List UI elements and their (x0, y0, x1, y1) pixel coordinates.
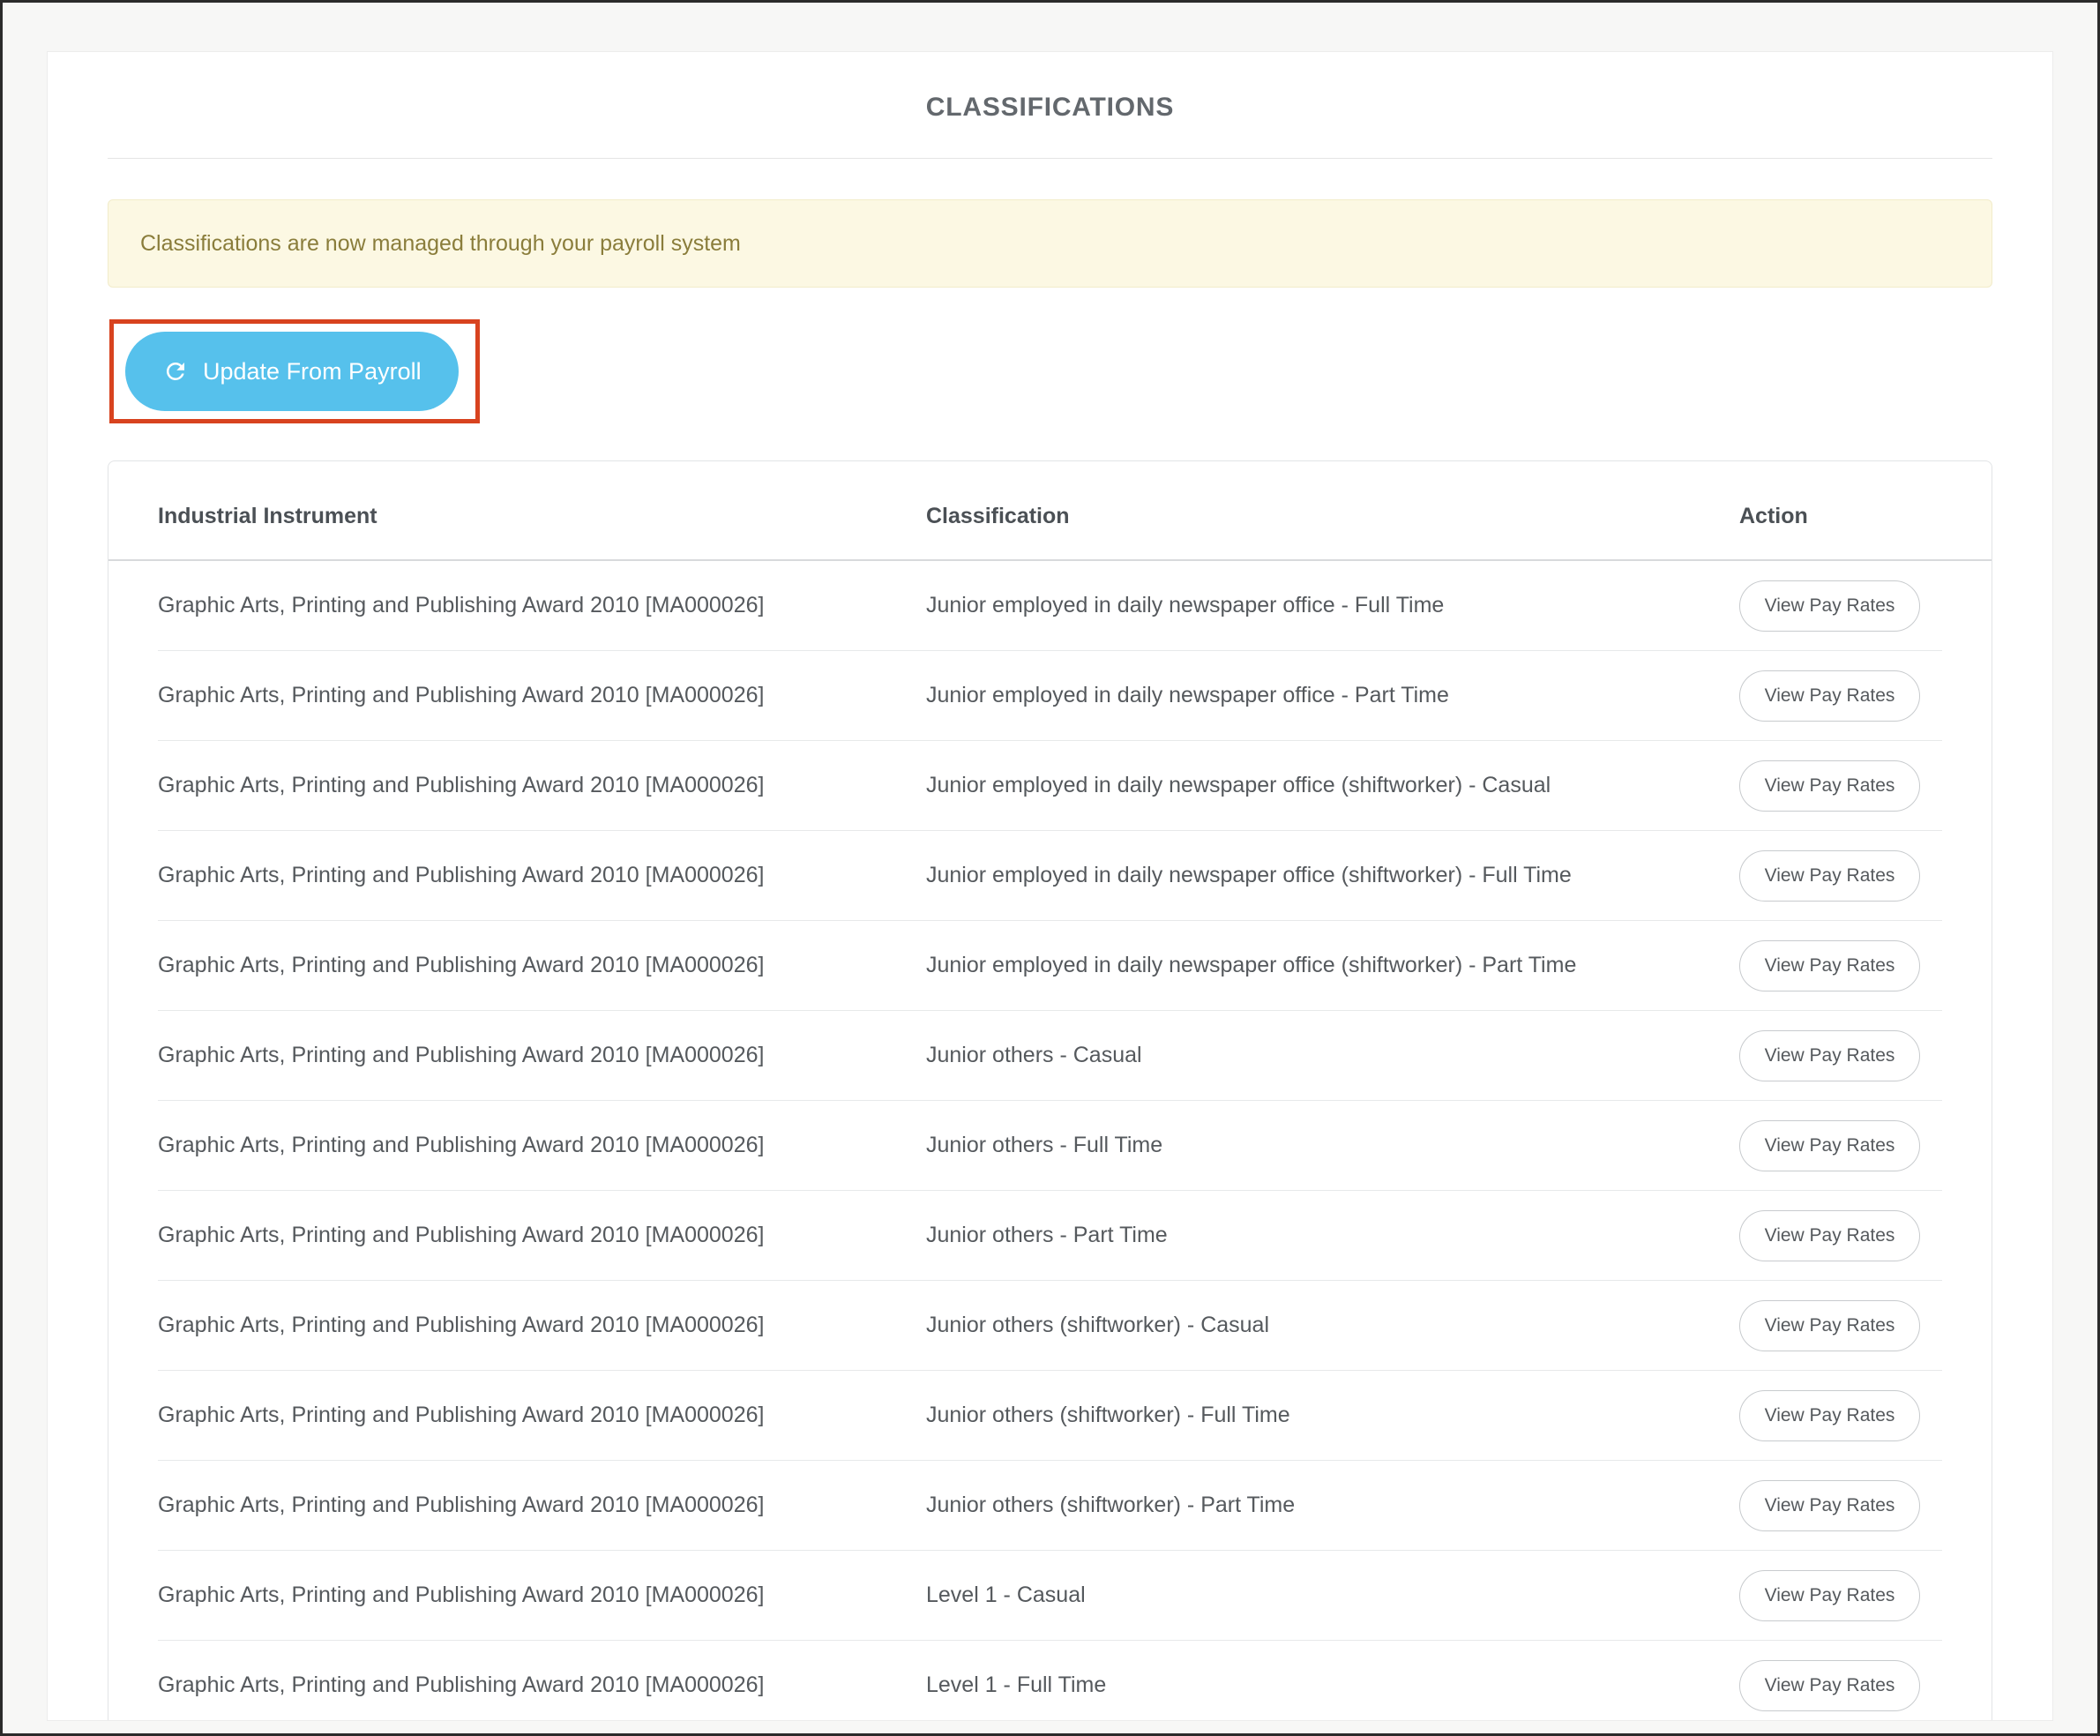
table-row: Graphic Arts, Printing and Publishing Aw… (158, 1191, 1942, 1281)
button-zone: Update From Payroll (108, 332, 1992, 416)
table-row: Graphic Arts, Printing and Publishing Aw… (158, 831, 1942, 921)
view-pay-rates-button[interactable]: View Pay Rates (1739, 940, 1920, 991)
column-header-classification: Classification (926, 504, 1739, 529)
view-pay-rates-button[interactable]: View Pay Rates (1739, 1300, 1920, 1351)
table-row: Graphic Arts, Printing and Publishing Aw… (158, 1011, 1942, 1101)
page-title: CLASSIFICATIONS (108, 52, 1992, 123)
table-row: Graphic Arts, Printing and Publishing Aw… (158, 1461, 1942, 1551)
title-divider (108, 158, 1992, 159)
table-header-row: Industrial Instrument Classification Act… (108, 461, 1992, 561)
column-header-action: Action (1739, 504, 1951, 529)
table-body: Graphic Arts, Printing and Publishing Aw… (108, 561, 1992, 1721)
view-pay-rates-button[interactable]: View Pay Rates (1739, 1210, 1920, 1261)
cell-classification: Level 1 - Casual (926, 1583, 1739, 1608)
cell-action: View Pay Rates (1739, 1660, 1951, 1711)
cell-classification: Junior others - Full Time (926, 1133, 1739, 1158)
cell-instrument: Graphic Arts, Printing and Publishing Aw… (158, 1223, 926, 1248)
cell-action: View Pay Rates (1739, 850, 1951, 902)
view-pay-rates-button[interactable]: View Pay Rates (1739, 1120, 1920, 1171)
cell-instrument: Graphic Arts, Printing and Publishing Aw… (158, 1583, 926, 1608)
cell-action: View Pay Rates (1739, 1030, 1951, 1081)
table-row: Graphic Arts, Printing and Publishing Aw… (158, 1281, 1942, 1371)
column-header-industrial-instrument: Industrial Instrument (158, 504, 926, 529)
table-row: Graphic Arts, Printing and Publishing Aw… (158, 1101, 1942, 1191)
cell-instrument: Graphic Arts, Printing and Publishing Aw… (158, 1133, 926, 1158)
view-pay-rates-button[interactable]: View Pay Rates (1739, 670, 1920, 722)
view-pay-rates-button[interactable]: View Pay Rates (1739, 1660, 1920, 1711)
cell-classification: Junior others (shiftworker) - Full Time (926, 1403, 1739, 1428)
table-row: Graphic Arts, Printing and Publishing Aw… (158, 741, 1942, 831)
cell-classification: Junior employed in daily newspaper offic… (926, 683, 1739, 708)
view-pay-rates-button[interactable]: View Pay Rates (1739, 850, 1920, 902)
cell-instrument: Graphic Arts, Printing and Publishing Aw… (158, 1043, 926, 1068)
classifications-table: Industrial Instrument Classification Act… (108, 460, 1992, 1721)
cell-instrument: Graphic Arts, Printing and Publishing Aw… (158, 1313, 926, 1338)
cell-action: View Pay Rates (1739, 1300, 1951, 1351)
notice-text: Classifications are now managed through … (140, 231, 741, 257)
cell-classification: Level 1 - Full Time (926, 1672, 1739, 1698)
cell-classification: Junior employed in daily newspaper offic… (926, 863, 1739, 888)
cell-instrument: Graphic Arts, Printing and Publishing Aw… (158, 953, 926, 978)
table-row: Graphic Arts, Printing and Publishing Aw… (158, 1641, 1942, 1721)
cell-instrument: Graphic Arts, Printing and Publishing Aw… (158, 683, 926, 708)
cell-instrument: Graphic Arts, Printing and Publishing Aw… (158, 1493, 926, 1518)
cell-classification: Junior others (shiftworker) - Casual (926, 1313, 1739, 1338)
cell-action: View Pay Rates (1739, 1480, 1951, 1531)
cell-classification: Junior others - Part Time (926, 1223, 1739, 1248)
cell-classification: Junior employed in daily newspaper offic… (926, 593, 1739, 618)
cell-classification: Junior employed in daily newspaper offic… (926, 773, 1739, 798)
cell-action: View Pay Rates (1739, 940, 1951, 991)
table-row: Graphic Arts, Printing and Publishing Aw… (158, 1551, 1942, 1641)
view-pay-rates-button[interactable]: View Pay Rates (1739, 580, 1920, 632)
cell-action: View Pay Rates (1739, 760, 1951, 812)
cell-action: View Pay Rates (1739, 580, 1951, 632)
cell-instrument: Graphic Arts, Printing and Publishing Aw… (158, 1403, 926, 1428)
cell-classification: Junior others - Casual (926, 1043, 1739, 1068)
table-row: Graphic Arts, Printing and Publishing Aw… (158, 921, 1942, 1011)
view-pay-rates-button[interactable]: View Pay Rates (1739, 1390, 1920, 1441)
cell-classification: Junior employed in daily newspaper offic… (926, 953, 1739, 978)
view-pay-rates-button[interactable]: View Pay Rates (1739, 1480, 1920, 1531)
cell-action: View Pay Rates (1739, 1120, 1951, 1171)
classifications-card: CLASSIFICATIONS Classifications are now … (47, 51, 2053, 1721)
table-row: Graphic Arts, Printing and Publishing Aw… (158, 651, 1942, 741)
cell-action: View Pay Rates (1739, 1210, 1951, 1261)
cell-classification: Junior others (shiftworker) - Part Time (926, 1493, 1739, 1518)
view-pay-rates-button[interactable]: View Pay Rates (1739, 760, 1920, 812)
view-pay-rates-button[interactable]: View Pay Rates (1739, 1570, 1920, 1621)
cell-action: View Pay Rates (1739, 670, 1951, 722)
table-row: Graphic Arts, Printing and Publishing Aw… (158, 561, 1942, 651)
cell-action: View Pay Rates (1739, 1390, 1951, 1441)
view-pay-rates-button[interactable]: View Pay Rates (1739, 1030, 1920, 1081)
cell-instrument: Graphic Arts, Printing and Publishing Aw… (158, 593, 926, 618)
cell-instrument: Graphic Arts, Printing and Publishing Aw… (158, 863, 926, 888)
update-from-payroll-button[interactable]: Update From Payroll (125, 332, 459, 411)
sync-icon (162, 358, 189, 385)
cell-action: View Pay Rates (1739, 1570, 1951, 1621)
update-from-payroll-label: Update From Payroll (203, 358, 422, 385)
notice-banner: Classifications are now managed through … (108, 199, 1992, 288)
cell-instrument: Graphic Arts, Printing and Publishing Aw… (158, 1672, 926, 1698)
table-row: Graphic Arts, Printing and Publishing Aw… (158, 1371, 1942, 1461)
cell-instrument: Graphic Arts, Printing and Publishing Aw… (158, 773, 926, 798)
